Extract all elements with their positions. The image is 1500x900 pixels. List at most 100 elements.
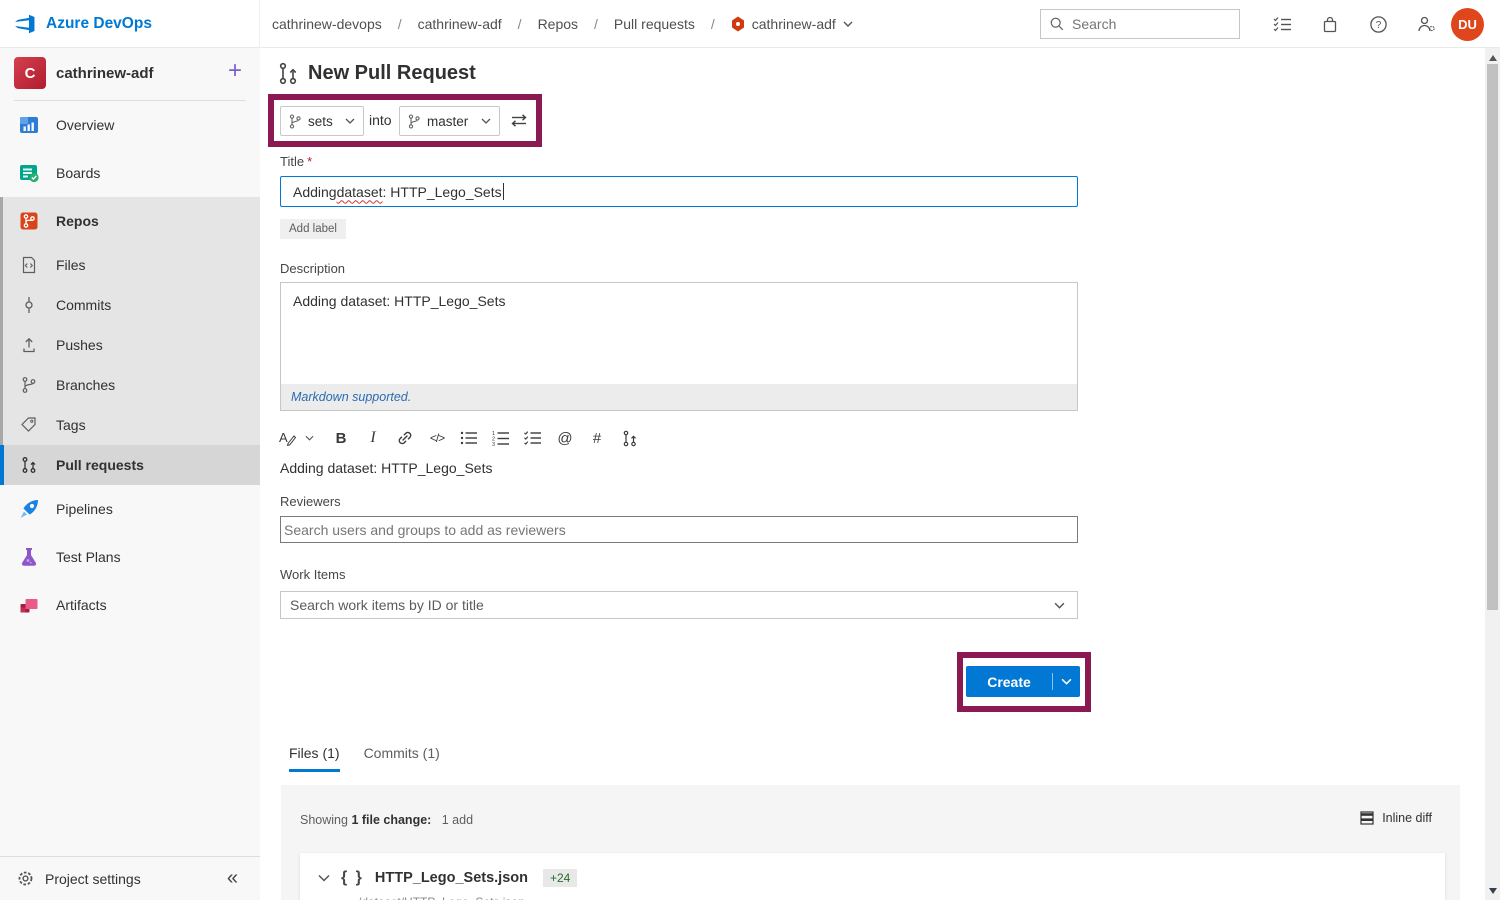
title-label: Title* (280, 154, 312, 169)
description-textarea[interactable]: Adding dataset: HTTP_Lego_Sets (281, 283, 1077, 384)
sidebar-item-artifacts[interactable]: Artifacts (0, 581, 260, 629)
chevron-down-icon[interactable] (300, 427, 318, 449)
search-input[interactable] (1072, 16, 1222, 32)
mention-icon[interactable]: @ (556, 427, 574, 449)
pull-request-link-icon[interactable] (620, 427, 638, 449)
scrollbar-thumb[interactable] (1487, 64, 1498, 610)
source-branch-dropdown[interactable]: sets (280, 106, 364, 136)
pull-requests-icon (16, 452, 42, 478)
breadcrumb-organization[interactable]: cathrinew-devops (272, 16, 382, 32)
gear-icon (16, 869, 35, 888)
breadcrumb-separator: / (398, 16, 402, 32)
project-name: cathrinew-adf (56, 65, 154, 82)
sidebar-item-label: Artifacts (56, 597, 107, 613)
main-content: New Pull Request sets into master (260, 48, 1485, 900)
sidebar-item-repos[interactable]: Repos (0, 197, 260, 245)
target-branch-name: master (427, 114, 468, 129)
vertical-scrollbar[interactable] (1485, 48, 1500, 900)
overview-icon (16, 112, 42, 138)
sidebar-item-branches[interactable]: Branches (0, 365, 260, 405)
sidebar-item-files[interactable]: Files (0, 245, 260, 285)
into-label: into (369, 112, 392, 128)
pushes-icon (16, 332, 42, 358)
chevron-down-icon (345, 118, 355, 124)
sidebar-item-pushes[interactable]: Pushes (0, 325, 260, 365)
tags-icon (16, 412, 42, 438)
link-icon[interactable] (396, 427, 414, 449)
changes-panel: Showing 1 file change: 1 add Inline diff… (281, 785, 1460, 900)
help-icon[interactable]: ? (1368, 14, 1388, 34)
inline-diff-icon (1360, 811, 1374, 825)
collapse-chevron-icon[interactable] (318, 874, 330, 882)
bullet-list-icon[interactable] (460, 427, 478, 449)
numbered-list-icon[interactable]: 1 2 3 (492, 427, 510, 449)
svg-text:?: ? (1375, 20, 1381, 31)
scrollbar-up-arrow[interactable] (1489, 55, 1497, 61)
file-path: /dataset/HTTP_Lego_Sets.json (358, 895, 525, 900)
inline-diff-toggle[interactable]: Inline diff (1360, 811, 1432, 825)
breadcrumb-project[interactable]: cathrinew-adf (418, 16, 502, 32)
sidebar-item-pull-requests[interactable]: Pull requests (0, 445, 260, 485)
sidebar-item-label: Pushes (56, 337, 103, 353)
azure-devops-home-link[interactable]: Azure DevOps (0, 0, 260, 48)
breadcrumb-pull-requests[interactable]: Pull requests (614, 16, 695, 32)
work-items-input[interactable] (281, 592, 1041, 618)
marketplace-bag-icon[interactable] (1320, 14, 1340, 34)
work-item-hash-icon[interactable]: # (588, 427, 606, 449)
branches-icon (16, 372, 42, 398)
scrollbar-down-arrow[interactable] (1489, 888, 1497, 894)
user-settings-icon[interactable] (1416, 14, 1436, 34)
target-branch-dropdown[interactable]: master (399, 106, 500, 136)
bold-icon[interactable]: B (332, 427, 350, 449)
pull-request-icon (278, 62, 298, 85)
description-box: Adding dataset: HTTP_Lego_Sets Markdown … (280, 282, 1078, 411)
branch-icon (408, 114, 420, 129)
collapse-sidebar-button[interactable]: « (227, 867, 238, 890)
breadcrumb-separator: / (711, 16, 715, 32)
markdown-supported-link[interactable]: Markdown supported. (291, 390, 411, 404)
top-bar: Azure DevOps cathrinew-devops / cathrine… (0, 0, 1500, 48)
sidebar-item-test-plans[interactable]: Test Plans (0, 533, 260, 581)
sidebar-item-boards[interactable]: Boards (0, 149, 260, 197)
breadcrumb-repos[interactable]: Repos (538, 16, 578, 32)
file-row[interactable]: { } HTTP_Lego_Sets.json +24 (318, 869, 577, 887)
add-project-button[interactable]: + (228, 58, 242, 84)
swap-branches-icon[interactable] (509, 111, 529, 129)
reviewers-input[interactable] (280, 516, 1078, 543)
sidebar-item-pipelines[interactable]: Pipelines (0, 485, 260, 533)
branch-icon (289, 114, 301, 129)
sidebar-item-label: Commits (56, 297, 111, 313)
svg-text:A: A (279, 430, 288, 445)
sidebar-item-overview[interactable]: Overview (0, 101, 260, 149)
work-items-field (280, 591, 1078, 619)
project-settings[interactable]: Project settings « (0, 856, 260, 900)
repository-selector[interactable]: cathrinew-adf (731, 16, 853, 32)
chevron-down-icon (843, 21, 853, 27)
text-format-icon[interactable]: A (278, 427, 296, 449)
italic-icon[interactable]: I (364, 427, 382, 449)
breadcrumb: cathrinew-devops / cathrinew-adf / Repos… (272, 0, 853, 48)
global-search[interactable] (1040, 9, 1240, 39)
sidebar-item-tags[interactable]: Tags (0, 405, 260, 445)
description-footer: Markdown supported. (281, 384, 1077, 410)
sidebar-item-label: Files (56, 257, 86, 273)
task-list-icon[interactable] (1272, 14, 1292, 34)
title-input[interactable]: Adding dataset: HTTP_Lego_Sets (280, 176, 1078, 207)
tab-files[interactable]: Files (1) (289, 745, 340, 772)
project-header[interactable]: C cathrinew-adf + (0, 48, 260, 98)
create-split-chevron-icon[interactable] (1053, 678, 1080, 685)
chevron-down-icon[interactable] (1054, 602, 1065, 609)
code-icon[interactable]: </> (428, 427, 446, 449)
source-branch-name: sets (308, 114, 333, 129)
sidebar-item-commits[interactable]: Commits (0, 285, 260, 325)
sidebar-item-label: Branches (56, 377, 115, 393)
task-list-icon[interactable] (524, 427, 542, 449)
json-file-icon: { } (341, 869, 364, 887)
add-label-button[interactable]: Add label (280, 219, 346, 239)
tab-commits[interactable]: Commits (1) (364, 745, 440, 772)
avatar-initials: DU (1458, 17, 1477, 32)
files-icon (16, 252, 42, 278)
avatar[interactable]: DU (1451, 8, 1484, 41)
repository-name: cathrinew-adf (752, 16, 836, 32)
create-button[interactable]: Create (966, 666, 1080, 697)
